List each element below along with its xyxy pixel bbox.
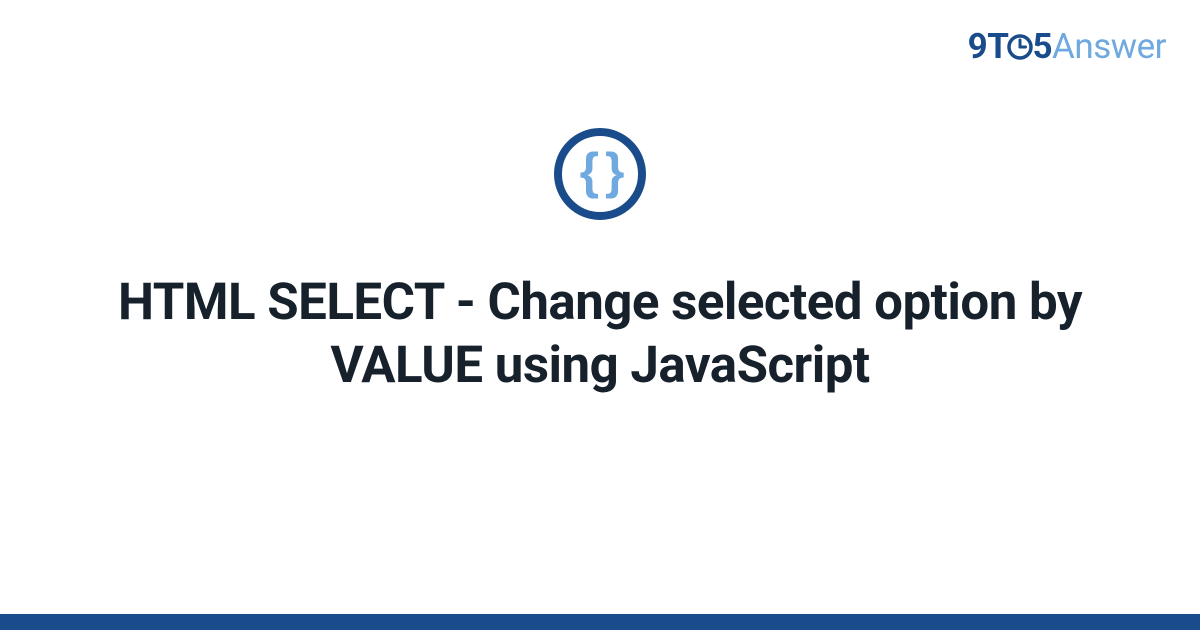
clock-icon — [1006, 29, 1034, 70]
logo-part-5: 5 — [1032, 26, 1052, 67]
logo-part-answer: Answer — [1052, 26, 1166, 67]
footer-bar — [0, 614, 1200, 630]
code-braces-icon: { } — [580, 146, 621, 196]
logo-part-t: T — [987, 26, 1008, 67]
content-area: { } HTML SELECT - Change selected option… — [0, 128, 1200, 397]
site-logo: 9T5Answer — [968, 26, 1166, 70]
logo-part-9: 9 — [968, 26, 988, 67]
page-title: HTML SELECT - Change selected option by … — [90, 272, 1110, 397]
category-badge: { } — [554, 128, 646, 220]
